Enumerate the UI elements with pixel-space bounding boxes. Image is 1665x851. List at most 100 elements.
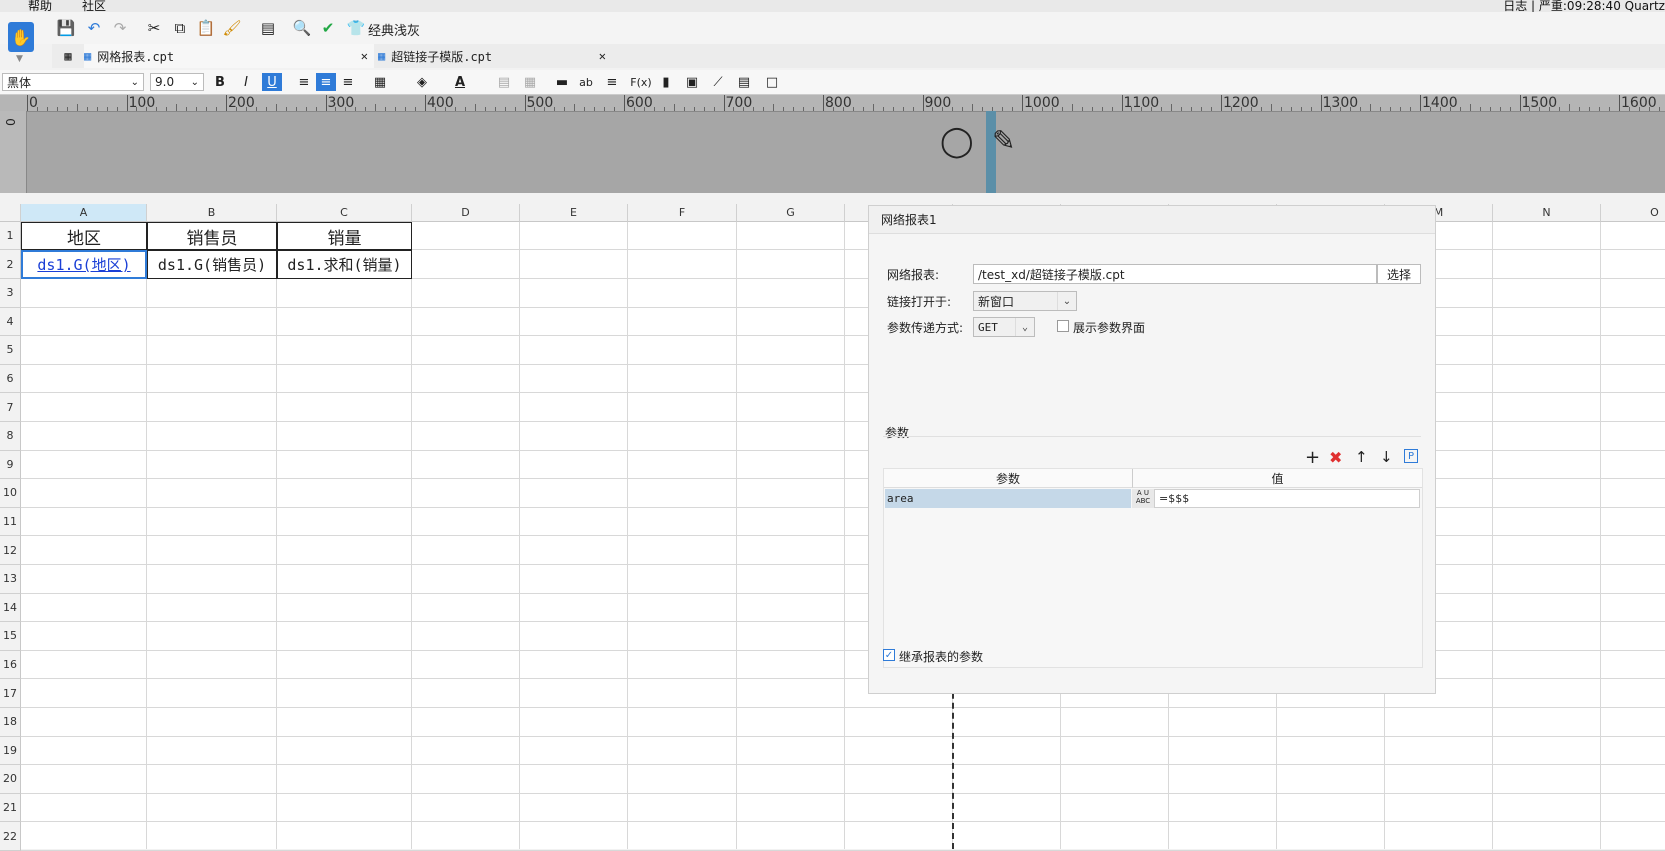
subreport-icon[interactable]: ▤ bbox=[734, 73, 754, 91]
format-painter-icon[interactable]: 🖌 bbox=[222, 18, 242, 38]
row-header[interactable]: 10 bbox=[0, 479, 21, 508]
row-header[interactable]: 22 bbox=[0, 822, 21, 851]
preview-icon[interactable]: ▤ bbox=[258, 18, 278, 38]
search-icon[interactable]: 🔍 bbox=[292, 18, 312, 38]
column-header[interactable]: C bbox=[277, 204, 412, 222]
close-icon[interactable]: ✕ bbox=[361, 49, 368, 63]
merge-cells-icon[interactable]: ▤ bbox=[494, 73, 514, 91]
cell-c2[interactable]: ds1.求和(销量) bbox=[277, 250, 412, 279]
hide-eye-icon[interactable]: ◯ bbox=[940, 124, 974, 159]
save-icon[interactable]: 💾 bbox=[56, 18, 76, 38]
row-header[interactable]: 12 bbox=[0, 536, 21, 565]
menu-community[interactable]: 社区 bbox=[82, 0, 106, 12]
ruler-minor-tick bbox=[1280, 107, 1282, 111]
column-header[interactable]: O bbox=[1601, 204, 1665, 222]
show-params-checkbox[interactable] bbox=[1057, 320, 1069, 332]
method-select[interactable]: GET ⌄ bbox=[973, 317, 1035, 337]
cell-b1[interactable]: 销售员 bbox=[147, 222, 277, 250]
cell-c1[interactable]: 销量 bbox=[277, 222, 412, 250]
grid-icon[interactable]: ▦ bbox=[58, 44, 78, 68]
delete-param-icon[interactable]: ✖ bbox=[1329, 448, 1342, 467]
row-header[interactable]: 14 bbox=[0, 593, 21, 623]
row-header[interactable]: 20 bbox=[0, 765, 21, 794]
value-type-icon[interactable]: A U ABC bbox=[1132, 489, 1154, 508]
fill-color-icon[interactable]: ◈ bbox=[412, 73, 432, 91]
row-header[interactable]: 19 bbox=[0, 736, 21, 766]
ruler-tick-label: 400 bbox=[427, 95, 454, 111]
row-header[interactable]: 6 bbox=[0, 364, 21, 394]
column-header[interactable]: E bbox=[520, 204, 628, 222]
row-header[interactable]: 15 bbox=[0, 622, 21, 651]
bold-button[interactable]: B bbox=[210, 73, 230, 91]
report-path-input[interactable]: /test_xd/超链接子模版.cpt bbox=[973, 264, 1377, 284]
param-name-cell[interactable]: area bbox=[885, 489, 1131, 508]
row-header[interactable]: 3 bbox=[0, 279, 21, 308]
choose-button[interactable]: 选择 bbox=[1377, 264, 1421, 284]
cell-b2[interactable]: ds1.G(销售员) bbox=[147, 250, 277, 279]
param-value-input[interactable]: =$$$ bbox=[1154, 489, 1420, 508]
chart-icon[interactable]: ▮ bbox=[656, 73, 676, 91]
row-header[interactable]: 2 bbox=[0, 250, 21, 279]
select-all-corner[interactable] bbox=[0, 204, 21, 222]
row-header[interactable]: 13 bbox=[0, 565, 21, 594]
tab-grid-report[interactable]: ▦ 网格报表.cpt ✕ bbox=[84, 44, 374, 68]
row-header[interactable]: 7 bbox=[0, 393, 21, 422]
cell-a2[interactable]: ds1.G(地区) bbox=[21, 250, 147, 279]
image-icon[interactable]: ▣ bbox=[682, 73, 702, 91]
text-icon[interactable]: ab bbox=[576, 73, 596, 91]
row-header[interactable]: 16 bbox=[0, 650, 21, 680]
formula-icon[interactable]: F(x) bbox=[628, 73, 654, 91]
undo-icon[interactable]: ↶ bbox=[84, 18, 104, 38]
italic-button[interactable]: I bbox=[236, 73, 256, 91]
row-header[interactable]: 4 bbox=[0, 307, 21, 337]
inherit-params-checkbox[interactable]: ✓ bbox=[883, 649, 895, 661]
column-header[interactable]: G bbox=[737, 204, 845, 222]
row-header[interactable]: 1 bbox=[0, 222, 21, 250]
row-header[interactable]: 17 bbox=[0, 679, 21, 708]
underline-button[interactable]: U bbox=[262, 73, 282, 91]
frame-icon[interactable]: □ bbox=[762, 73, 782, 91]
menu-help[interactable]: 帮助 bbox=[28, 0, 52, 12]
copy-icon[interactable]: ⧉ bbox=[170, 18, 190, 38]
paste-icon[interactable]: 📋 bbox=[196, 18, 216, 38]
logo-dropdown-icon[interactable]: ▼ bbox=[16, 54, 23, 64]
column-header[interactable]: B bbox=[147, 204, 277, 222]
cut-icon[interactable]: ✂ bbox=[144, 18, 164, 38]
move-down-icon[interactable]: ↓ bbox=[1380, 448, 1393, 466]
designer-logo-icon[interactable]: ✋ bbox=[8, 22, 34, 52]
split-cells-icon[interactable]: ▦ bbox=[520, 73, 540, 91]
font-size-select[interactable]: 9.0 ⌄ bbox=[150, 73, 204, 91]
close-icon[interactable]: ✕ bbox=[599, 49, 606, 63]
check-icon[interactable]: ✔ bbox=[318, 18, 338, 38]
parameter-p-icon[interactable]: P bbox=[1404, 449, 1418, 463]
open-in-select[interactable]: 新窗口 ⌄ bbox=[973, 291, 1077, 311]
slash-icon[interactable]: ⟋ bbox=[708, 73, 728, 91]
tab-hyperlink-template[interactable]: ▦ 超链接子模版.cpt ✕ bbox=[378, 44, 612, 68]
column-header[interactable]: D bbox=[412, 204, 520, 222]
align-center-icon[interactable]: ≡ bbox=[316, 73, 336, 91]
row-header[interactable]: 21 bbox=[0, 793, 21, 823]
shirt-icon[interactable]: 👕 bbox=[346, 18, 366, 38]
move-up-icon[interactable]: ↑ bbox=[1355, 448, 1368, 466]
column-header[interactable]: N bbox=[1493, 204, 1601, 222]
row-header[interactable]: 18 bbox=[0, 708, 21, 737]
font-color-icon[interactable]: A bbox=[450, 73, 470, 91]
edit-pencil-icon[interactable]: ✎ bbox=[992, 124, 1015, 157]
cell-a1[interactable]: 地区 bbox=[21, 222, 147, 250]
column-header[interactable]: F bbox=[628, 204, 737, 222]
paragraph-icon[interactable]: ≡ bbox=[602, 73, 622, 91]
row-header[interactable]: 8 bbox=[0, 422, 21, 451]
align-left-icon[interactable]: ≡ bbox=[294, 73, 314, 91]
redo-icon[interactable]: ↷ bbox=[110, 18, 130, 38]
theme-label[interactable]: 经典浅灰 bbox=[368, 20, 420, 39]
align-right-icon[interactable]: ≡ bbox=[338, 73, 358, 91]
row-header[interactable]: 9 bbox=[0, 450, 21, 480]
add-param-icon[interactable]: + bbox=[1305, 447, 1320, 468]
border-icon[interactable]: ▦ bbox=[370, 73, 390, 91]
row-header[interactable]: 11 bbox=[0, 507, 21, 537]
row-header[interactable]: 5 bbox=[0, 336, 21, 365]
ruler-minor-tick bbox=[942, 107, 944, 111]
font-family-select[interactable]: 黑体 ⌄ bbox=[2, 73, 144, 91]
insert-row-icon[interactable]: ▬ bbox=[552, 73, 572, 91]
column-header[interactable]: A bbox=[21, 204, 147, 222]
